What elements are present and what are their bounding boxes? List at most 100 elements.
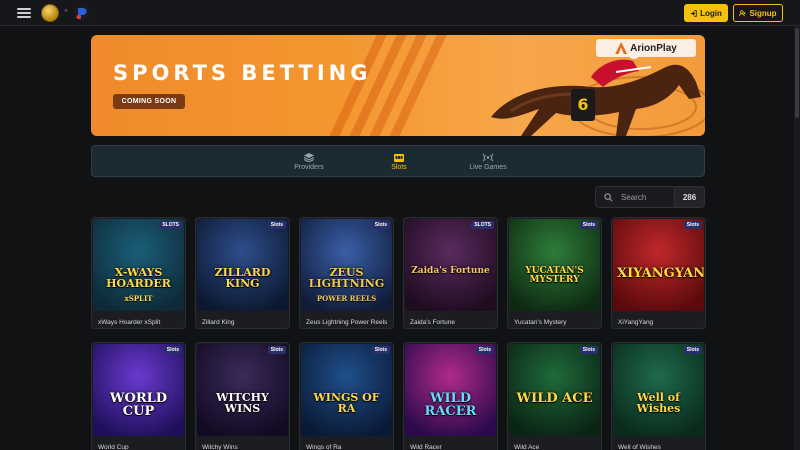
broadcast-icon (483, 153, 493, 162)
category-badge: Slots (267, 221, 286, 229)
game-artwork (301, 344, 392, 436)
game-card[interactable]: ZILLARD KING Slots Zillard King (195, 217, 290, 329)
user-plus-icon (739, 9, 747, 16)
game-search: 286 (595, 186, 705, 208)
game-art-title: ZILLARD KING (214, 266, 271, 290)
game-name: XiYangYang (618, 319, 654, 326)
game-thumbnail[interactable]: WITCHY WINS Slots (197, 344, 288, 436)
top-bar: × Login Signup (0, 0, 800, 26)
game-name: Witchy Wins (202, 444, 238, 450)
game-artwork (613, 344, 704, 436)
game-name: Zaida's Fortune (410, 319, 455, 326)
game-card[interactable]: WILD ACE Slots Wild Ace (507, 342, 602, 450)
banner-title: SPORTS BETTING (113, 61, 372, 85)
slot-machine-icon (394, 154, 404, 162)
game-art-title: XIYANGYANG (617, 266, 704, 281)
coming-soon-button[interactable]: COMING SOON (113, 94, 185, 109)
game-art-title: WILD ACE (516, 391, 593, 406)
game-name: Wings of Ra (306, 444, 342, 450)
game-card[interactable]: WITCHY WINS Slots Witchy Wins (195, 342, 290, 450)
game-card[interactable]: X-WAYS HOARDER xSPLIT SLOTS xWays Hoarder x… (91, 217, 186, 329)
tab-providers[interactable]: Providers (279, 151, 339, 173)
partner-logo[interactable] (72, 4, 90, 22)
category-badge: Slots (267, 346, 286, 354)
game-art-title: YUCATAN'S MYSTERY (525, 266, 584, 285)
game-artwork (509, 219, 600, 311)
login-icon (690, 9, 697, 17)
game-name: Zeus Lightning Power Reels (306, 319, 388, 326)
game-thumbnail[interactable]: Well of Wishes Slots (613, 344, 704, 436)
game-art-title: WORLD CUP (109, 391, 168, 419)
search-icon (604, 192, 613, 201)
logo-separator: × (64, 8, 69, 15)
page-scrollbar[interactable] (794, 26, 800, 450)
layers-icon (304, 153, 314, 162)
results-count: 286 (674, 187, 704, 207)
game-card[interactable]: YUCATAN'S MYSTERY Slots Yucatan's Mystery (507, 217, 602, 329)
tab-slots-label: Slots (391, 164, 407, 171)
category-badge: Slots (579, 346, 598, 354)
game-artwork (197, 219, 288, 311)
game-thumbnail[interactable]: YUCATAN'S MYSTERY Slots (509, 219, 600, 311)
login-label: Login (700, 8, 722, 18)
game-thumbnail[interactable]: WORLD CUP Slots (93, 344, 184, 436)
category-badge: Slots (371, 346, 390, 354)
game-art-title: ZEUS LIGHTNING (308, 266, 385, 290)
game-name: Wild Racer (410, 444, 442, 450)
game-thumbnail[interactable]: XIYANGYANG Slots (613, 219, 704, 311)
signup-label: Signup (749, 8, 777, 18)
category-badge: Slots (163, 346, 182, 354)
scrollbar-thumb[interactable] (795, 28, 799, 118)
category-badge: Slots (683, 221, 702, 229)
category-badge: SLOTS (471, 221, 494, 229)
tab-live-games-label: Live Games (469, 164, 507, 171)
game-art-title: WITCHY WINS (216, 391, 269, 415)
category-badge: Slots (579, 221, 598, 229)
game-name: World Cup (98, 444, 129, 450)
game-thumbnail[interactable]: ZILLARD KING Slots (197, 219, 288, 311)
game-card[interactable]: ZEUS LIGHTNING POWER REELS Slots Zeus Light… (299, 217, 394, 329)
game-art-title: X-WAYS HOARDER (106, 266, 171, 290)
game-card[interactable]: Well of Wishes Slots Well of Wishes (611, 342, 706, 450)
game-art-title: Zaida's Fortune (411, 266, 490, 276)
game-thumbnail[interactable]: Zaida's Fortune SLOTS (405, 219, 496, 311)
game-artwork (405, 344, 496, 436)
game-artwork (405, 219, 496, 311)
game-thumbnail[interactable]: WILD RACER Slots (405, 344, 496, 436)
login-button[interactable]: Login (684, 4, 728, 22)
category-badge: Slots (371, 221, 390, 229)
game-thumbnail[interactable]: X-WAYS HOARDER xSPLIT SLOTS (93, 219, 184, 311)
game-card[interactable]: XIYANGYANG Slots XiYangYang (611, 217, 706, 329)
game-thumbnail[interactable]: WINGS OF RA Slots (301, 344, 392, 436)
game-art-subtitle: xSPLIT (124, 294, 153, 303)
category-badge: SLOTS (159, 221, 182, 229)
game-art-title: WINGS OF RA (313, 391, 380, 415)
tab-slots[interactable]: Slots (369, 151, 429, 173)
sports-betting-banner[interactable]: SPORTS BETTING COMING SOON 6 ArionPlay (91, 35, 705, 136)
game-card[interactable]: WINGS OF RA Slots Wings of Ra (299, 342, 394, 450)
tab-live-games[interactable]: Live Games (458, 151, 518, 173)
arionplay-logo: ArionPlay (596, 39, 696, 57)
game-name: Yucatan's Mystery (514, 319, 567, 326)
menu-icon[interactable] (17, 8, 31, 18)
arionplay-brand: ArionPlay (630, 42, 677, 54)
game-thumbnail[interactable]: ZEUS LIGHTNING POWER REELS Slots (301, 219, 392, 311)
signup-button[interactable]: Signup (733, 4, 783, 22)
search-input[interactable] (621, 192, 671, 202)
game-card[interactable]: WORLD CUP Slots World Cup (91, 342, 186, 450)
category-badge: Slots (475, 346, 494, 354)
game-card[interactable]: Zaida's Fortune SLOTS Zaida's Fortune (403, 217, 498, 329)
game-name: xWays Hoarder xSplit (98, 319, 161, 326)
game-art-title: WILD RACER (424, 391, 477, 419)
game-artwork (93, 344, 184, 436)
game-thumbnail[interactable]: WILD ACE Slots (509, 344, 600, 436)
game-artwork (613, 219, 704, 311)
game-name: Zillard King (202, 319, 235, 326)
game-name: Well of Wishes (618, 444, 661, 450)
category-badge: Slots (683, 346, 702, 354)
game-card[interactable]: WILD RACER Slots Wild Racer (403, 342, 498, 450)
tab-providers-label: Providers (294, 164, 324, 171)
game-art-subtitle: POWER REELS (316, 294, 377, 303)
category-tabs: Providers Slots Live Games (91, 145, 705, 177)
casino-logo[interactable] (41, 4, 59, 22)
